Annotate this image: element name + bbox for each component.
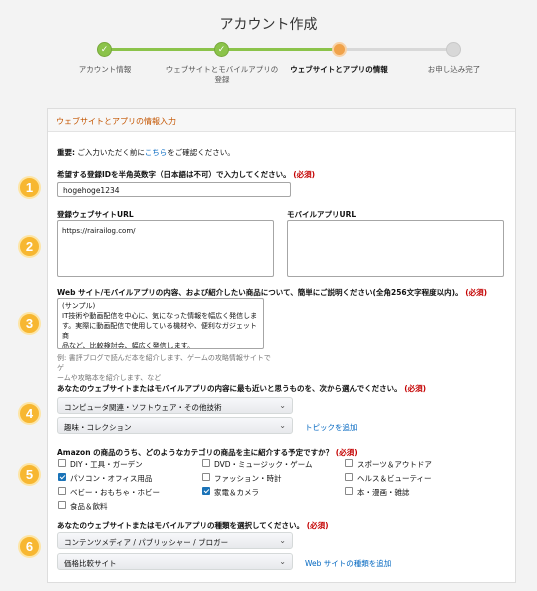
mobile-app-url-label: モバイルアプリURL xyxy=(287,210,357,219)
category-checkbox-diy[interactable] xyxy=(58,459,66,467)
store-id-label-text: 希望する登録IDを半角英数字（日本語は不可）で入力してください。 xyxy=(57,170,291,179)
site-type-select-2[interactable]: 価格比較サイト ⌄ xyxy=(57,553,293,570)
website-url-label: 登録ウェブサイトURL xyxy=(57,210,134,219)
step-3-label: ウェブサイトとアプリの情報 xyxy=(290,65,388,74)
category-checkbox-fashion[interactable] xyxy=(202,473,210,481)
important-post: をご確認ください。 xyxy=(167,148,235,157)
category-label-food: 食品＆飲料 xyxy=(70,502,108,511)
chevron-down-icon: ⌄ xyxy=(279,401,286,410)
site-types-label: あなたのウェブサイトまたはモバイルアプリの種類を選択してください。 (必須) xyxy=(57,520,329,531)
topic-select-1-value: コンピュータ関連・ソフトウェア・その他技術 xyxy=(64,403,222,412)
required-tag: (必須) xyxy=(404,384,427,393)
topic-select-2[interactable]: 趣味・コレクション ⌄ xyxy=(57,417,293,434)
category-checkbox-pc[interactable] xyxy=(58,473,66,481)
category-label-dvd: DVD・ミュージック・ゲーム xyxy=(214,460,313,469)
step-4-label: お申し込み完了 xyxy=(427,65,481,74)
description-line: IT技術や動画配信を中心に、気になった情報を幅広く発信しま xyxy=(62,312,258,320)
required-tag: (必須) xyxy=(293,170,316,179)
step-badge-3: 3 xyxy=(18,312,41,335)
topics-label: あなたのウェブサイトまたはモバイルアプリの内容に最も近いと思うものを、次から選ん… xyxy=(57,383,426,394)
page-title: アカウント作成 xyxy=(219,17,318,33)
topics-label-text: あなたのウェブサイトまたはモバイルアプリの内容に最も近いと思うものを、次から選ん… xyxy=(57,384,402,393)
step-3-current-icon xyxy=(332,42,347,57)
important-link[interactable]: こちら xyxy=(145,148,168,157)
store-id-input[interactable]: hogehoge1234 xyxy=(57,182,291,197)
add-site-type-link[interactable]: Web サイトの種類を追加 xyxy=(305,558,391,569)
important-note: 重要: ご入力いただく前にこちらをご確認ください。 xyxy=(57,147,235,158)
category-label-health: ヘルス＆ビューティー xyxy=(357,474,432,483)
site-types-label-text: あなたのウェブサイトまたはモバイルアプリの種類を選択してください。 xyxy=(57,521,305,530)
description-label: Web サイト/モバイルアプリの内容、および紹介したい商品について、簡単にご説明… xyxy=(57,287,487,298)
topic-select-1[interactable]: コンピュータ関連・ソフトウェア・その他技術 ⌄ xyxy=(57,397,293,414)
description-hint-line: 例: 書評ブログで読んだ本を紹介します、ゲームの攻略情報サイトでゲ xyxy=(57,354,271,372)
step-badge-4: 4 xyxy=(18,402,41,425)
step-2-label: ウェブサイトとモバイルアプリの登録 xyxy=(165,65,279,84)
step-badge-2: 2 xyxy=(18,235,41,258)
step-1-label: アカウント情報 xyxy=(78,65,132,74)
step-4-pending-icon xyxy=(446,42,461,57)
site-type-select-1-value: コンテンツメディア / パブリッシャー / ブロガー xyxy=(64,538,229,547)
progress-stepper: ✓ ✓ アカウント情報 ウェブサイトとモバイルアプリの登録 ウェブサイトとアプリ… xyxy=(0,42,537,92)
description-hint-line: ームや攻略本を紹介します、など xyxy=(57,374,162,382)
step-badge-6: 6 xyxy=(18,535,41,558)
category-checkbox-food[interactable] xyxy=(58,501,66,509)
mobile-app-url-field[interactable] xyxy=(287,220,504,277)
category-checkbox-health[interactable] xyxy=(345,473,353,481)
site-type-select-2-value: 価格比較サイト xyxy=(64,559,117,568)
progress-line-todo xyxy=(340,48,452,51)
categories-label-text: Amazon の商品のうち、どのようなカテゴリの商品を主に紹介する予定ですか？ xyxy=(57,448,334,457)
category-checkbox-sports[interactable] xyxy=(345,459,353,467)
required-tag: (必須) xyxy=(335,448,358,457)
add-topic-link[interactable]: トピックを追加 xyxy=(305,422,358,433)
important-pre: ご入力いただく前に xyxy=(75,148,145,157)
panel-heading: ウェブサイトとアプリの情報入力 xyxy=(48,109,515,132)
required-tag: (必須) xyxy=(465,288,488,297)
required-tag: (必須) xyxy=(306,521,329,530)
chevron-down-icon: ⌄ xyxy=(279,421,286,430)
chevron-down-icon: ⌄ xyxy=(279,557,286,566)
description-label-text: Web サイト/モバイルアプリの内容、および紹介したい商品について、簡単にご説明… xyxy=(57,288,463,297)
category-label-fashion: ファッション・時計 xyxy=(214,474,282,483)
description-line: す。実際に動画配信で使用している機材や、便利なガジェット商 xyxy=(62,322,257,340)
step-1-check-icon: ✓ xyxy=(97,42,112,57)
category-checkbox-baby[interactable] xyxy=(58,487,66,495)
step-2-check-icon: ✓ xyxy=(214,42,229,57)
category-checkbox-electronics[interactable] xyxy=(202,487,210,495)
category-label-books: 本・漫画・雑誌 xyxy=(357,488,410,497)
website-url-field[interactable]: https://rairailog.com/ xyxy=(57,220,274,277)
chevron-down-icon: ⌄ xyxy=(279,536,286,545)
info-panel: ウェブサイトとアプリの情報入力 重要: ご入力いただく前にこちらをご確認ください… xyxy=(47,108,516,583)
category-checkbox-dvd[interactable] xyxy=(202,459,210,467)
description-line: (サンプル) xyxy=(62,302,96,310)
store-id-label: 希望する登録IDを半角英数字（日本語は不可）で入力してください。 (必須) xyxy=(57,169,315,180)
description-line: 品など、比較検討会、幅広く発信します。 xyxy=(62,342,194,349)
description-hint: 例: 書評ブログで読んだ本を紹介します、ゲームの攻略情報サイトでゲ ームや攻略本… xyxy=(57,353,277,383)
description-textarea[interactable]: (サンプル) IT技術や動画配信を中心に、気になった情報を幅広く発信しま す。実… xyxy=(57,298,264,349)
step-badge-5: 5 xyxy=(18,463,41,486)
category-label-pc: パソコン・オフィス用品 xyxy=(70,474,153,483)
category-label-baby: ベビー・おもちゃ・ホビー xyxy=(70,488,160,497)
categories-label: Amazon の商品のうち、どのようなカテゴリの商品を主に紹介する予定ですか？ … xyxy=(57,447,358,458)
category-label-sports: スポーツ＆アウトドア xyxy=(357,460,432,469)
category-label-diy: DIY・工具・ガーデン xyxy=(70,460,143,469)
step-badge-1: 1 xyxy=(18,176,41,199)
category-checkbox-books[interactable] xyxy=(345,487,353,495)
category-label-electronics: 家電＆カメラ xyxy=(214,488,259,497)
topic-select-2-value: 趣味・コレクション xyxy=(64,423,132,432)
site-type-select-1[interactable]: コンテンツメディア / パブリッシャー / ブロガー ⌄ xyxy=(57,532,293,549)
important-label: 重要: xyxy=(57,148,75,157)
